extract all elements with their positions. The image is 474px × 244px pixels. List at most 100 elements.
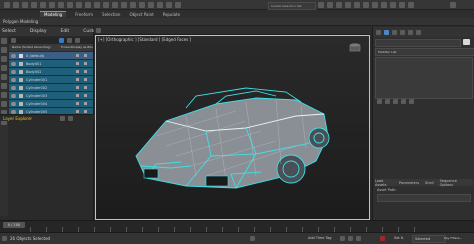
go-to-start-icon[interactable] [340,236,345,241]
filter-spacewarps-icon[interactable] [1,83,7,89]
modifier-stack[interactable] [375,57,473,99]
row-toggles[interactable] [76,78,93,81]
asset-path-field[interactable] [377,194,471,202]
tab-populate[interactable]: Populate [163,12,180,17]
layer-add-icon[interactable] [60,116,65,121]
utilities-icon[interactable] [416,29,421,35]
column-display-as-box[interactable]: Display as Box [71,45,93,49]
column-frozen[interactable]: Frozen [61,45,71,49]
link-icon[interactable] [22,2,28,8]
create-icon[interactable] [376,29,381,35]
tab-parameters[interactable]: Parameters [399,181,419,185]
visibility-eye-icon[interactable] [11,101,16,106]
filter-toggle-icon[interactable] [59,38,64,43]
key-filters-button[interactable]: Key Filters... [444,236,462,240]
visibility-eye-icon[interactable] [11,69,16,74]
visibility-eye-icon[interactable] [11,93,16,98]
sync-selection-icon[interactable] [67,38,72,43]
spinner-snap-icon[interactable] [166,2,172,8]
show-end-result-icon[interactable] [385,99,390,104]
menu-display[interactable]: Display [30,29,47,34]
scale-icon[interactable] [112,2,118,8]
timeline[interactable]: 0 / 100 [0,220,474,232]
pivot-icon[interactable] [130,2,136,8]
pin-stack-icon[interactable] [377,99,382,104]
tab-load-assets[interactable]: Load Assets [375,179,393,187]
snap-icon[interactable] [139,2,145,8]
search-icon[interactable] [11,38,16,43]
schematic-icon[interactable] [363,2,369,8]
ribbon-subtitle[interactable]: Polygon Modeling [0,18,474,26]
tab-object-paint[interactable]: Object Paint [129,12,153,17]
modify-icon[interactable] [384,29,389,35]
go-to-end-icon[interactable] [356,236,361,241]
visibility-eye-icon[interactable] [11,61,16,66]
tree-row[interactable]: 0 (default) [9,52,93,60]
layer-explorer-dropdown[interactable]: Layer Explorer [3,116,32,121]
tree-row[interactable]: Body001 [9,60,93,68]
lock-selection-icon[interactable] [250,236,255,241]
undo-icon[interactable] [4,2,10,8]
column-name[interactable]: Name (Sorted Ascending) [12,45,51,49]
row-toggles[interactable] [76,110,93,113]
object-name-field[interactable] [375,39,461,47]
modifier-list-dropdown[interactable]: Modifier List [375,48,474,56]
remove-modifier-icon[interactable] [401,99,406,104]
redo-icon[interactable] [13,2,19,8]
curve-editor-icon[interactable] [354,2,360,8]
rectangular-selection-icon[interactable] [76,2,82,8]
percent-snap-icon[interactable] [157,2,163,8]
filter-xrefs-icon[interactable] [1,101,7,107]
render-online-icon[interactable] [408,2,414,8]
layer-manager-icon[interactable] [336,2,342,8]
tab-freeform[interactable]: Freeform [75,12,93,17]
tab-selection[interactable]: Selection [102,12,120,17]
add-time-tag-button[interactable]: Add Time Tag [308,236,332,240]
motion-icon[interactable] [400,29,405,35]
auto-key-icon[interactable] [380,236,385,241]
tab-modeling[interactable]: Modeling [40,11,67,17]
visibility-eye-icon[interactable] [11,77,16,82]
align-icon[interactable] [327,2,333,8]
visibility-eye-icon[interactable] [11,53,16,58]
help-icon[interactable] [450,2,456,8]
hierarchy-icon[interactable] [392,29,397,35]
selection-set-dropdown[interactable]: Create Selection Set [268,2,316,10]
render-icon[interactable] [399,2,405,8]
rotate-icon[interactable] [103,2,109,8]
filter-shapes-icon[interactable] [1,47,7,53]
object-color-swatch[interactable] [463,39,470,45]
tree-row[interactable]: Cylinder004 [9,100,93,108]
time-slider[interactable]: 0 / 100 [3,222,25,228]
make-unique-icon[interactable] [393,99,398,104]
bind-spacewarp-icon[interactable] [40,2,46,8]
unlink-icon[interactable] [31,2,37,8]
viewport-orthographic[interactable]: [+] [Orthographic ] [Standard ] [Edged F… [95,35,370,220]
tab-shell[interactable]: Shell [425,181,434,185]
selected-dropdown[interactable]: Selected [412,235,446,243]
layer-delete-icon[interactable] [68,116,73,121]
render-setup-icon[interactable] [381,2,387,8]
render-frame-icon[interactable] [390,2,396,8]
tab-sequence-options[interactable]: Sequence Options [440,179,467,187]
menu-edit[interactable]: Edit [60,29,69,34]
display-icon[interactable] [408,29,413,35]
material-editor-icon[interactable] [372,2,378,8]
filter-helpers-icon[interactable] [1,74,7,80]
maxscript-listener-icon[interactable] [2,236,7,241]
filter-geometry-icon[interactable] [1,38,7,44]
select-object-icon[interactable] [58,2,64,8]
window-crossing-icon[interactable] [85,2,91,8]
tree-row[interactable]: Body002 [9,68,93,76]
tree-row[interactable]: Cylinder001 [9,76,93,84]
row-toggles[interactable] [76,94,93,97]
select-by-name-icon[interactable] [67,2,73,8]
configure-sets-icon[interactable] [409,99,414,104]
row-toggles[interactable] [76,62,93,65]
mirror-icon[interactable] [318,2,324,8]
angle-snap-icon[interactable] [148,2,154,8]
visibility-eye-icon[interactable] [11,85,16,90]
tree-row[interactable]: Cylinder003 [9,92,93,100]
play-icon[interactable] [348,236,353,241]
filter-cameras-icon[interactable] [1,65,7,71]
